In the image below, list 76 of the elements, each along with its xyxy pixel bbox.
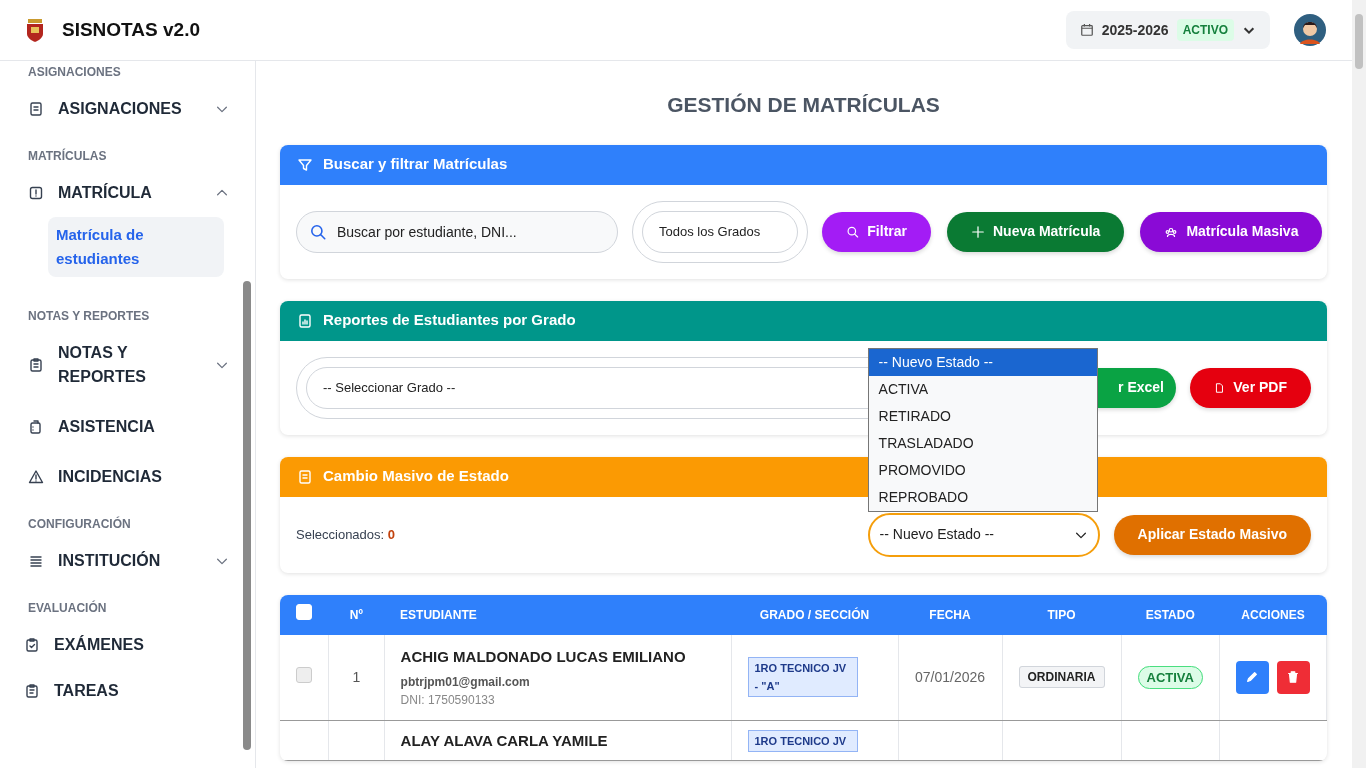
nav-item[interactable]: INSTITUCIÓN [28, 549, 229, 573]
scrollbar-thumb[interactable] [1355, 14, 1363, 69]
nav-item[interactable]: NOTAS Y REPORTES [28, 341, 229, 389]
delete-button[interactable] [1276, 660, 1310, 694]
section-label: MATRÍCULAS [28, 147, 108, 165]
trash-icon [1286, 670, 1301, 685]
student-email: pbtrjpm01@gmail.com [400, 673, 531, 691]
chart-file-icon [297, 312, 313, 329]
row-checkbox[interactable] [296, 666, 312, 683]
nav-item[interactable]: TAREAS [24, 679, 225, 703]
search-field[interactable]: Buscar por estudiante, DNI... [296, 210, 618, 253]
selected-count-text: Seleccionados: 0 [296, 525, 395, 544]
card-title: Cambio Masivo de Estado [323, 466, 509, 487]
crest-logo [24, 17, 46, 43]
column-header: ESTADO [1145, 607, 1195, 622]
clipboard-icon [28, 419, 44, 435]
submenu-item[interactable]: Matrícula de estudiantes [48, 217, 224, 277]
grade-badge: 1RO TECNICO JV [747, 730, 858, 752]
clipboard-list-icon [24, 683, 40, 699]
scrollbar-thumb[interactable] [243, 281, 251, 750]
dropdown-option[interactable]: PROMOVIDO [868, 456, 1097, 484]
student-name: ACHIG MALDONADO LUCAS EMILIANO [400, 647, 687, 667]
app-title: SISNOTAS v2.0 [62, 17, 200, 42]
filter-button[interactable]: Filtrar [822, 211, 931, 252]
dropdown-option[interactable]: REPROBADO [868, 483, 1097, 511]
warning-icon [28, 469, 44, 485]
filter-icon [297, 156, 313, 173]
column-header: FECHA [929, 607, 971, 622]
pencil-icon [1245, 670, 1260, 685]
section-label: CONFIGURACIÓN [28, 515, 132, 533]
card-title: Reportes de Estudiantes por Grado [323, 310, 576, 331]
column-header: GRADO / SECCIÓN [759, 607, 870, 622]
bulk-enrollment-button[interactable]: Matrícula Masiva [1140, 211, 1323, 252]
grade-badge: 1RO TECNICO JV - "A" [747, 657, 858, 698]
nav-item[interactable]: MATRÍCULA [28, 181, 229, 205]
status-badge: ACTIVO [1176, 19, 1234, 41]
dropdown-option[interactable]: TRASLADADO [868, 429, 1097, 457]
dropdown-option[interactable]: -- Nuevo Estado -- [868, 348, 1097, 376]
page-title: GESTIÓN DE MATRÍCULAS [666, 92, 941, 118]
nav-item[interactable]: INCIDENCIAS [28, 465, 229, 489]
document-icon [297, 468, 313, 485]
section-label: NOTAS Y REPORTES [28, 308, 151, 325]
nav-item[interactable]: EXÁMENES [24, 633, 225, 657]
section-label: ASIGNACIONES [28, 64, 122, 81]
year-selector[interactable]: 2025-2026 ACTIVO [1065, 11, 1270, 49]
column-header: ESTUDIANTE [400, 607, 477, 622]
section-label: EVALUACIÓN [28, 599, 108, 617]
file-icon [1214, 380, 1226, 395]
new-enrollment-button[interactable]: Nueva Matrícula [947, 211, 1125, 252]
pdf-button[interactable]: Ver PDF [1190, 367, 1311, 408]
grade-select[interactable]: Todos los Grados [642, 210, 798, 253]
document-icon [28, 101, 44, 117]
status-select[interactable]: -- Nuevo Estado -- [867, 512, 1100, 557]
search-icon [846, 224, 860, 239]
column-header: Nº [349, 607, 363, 622]
avatar[interactable] [1294, 14, 1326, 46]
status-badge: ACTIVA [1137, 665, 1203, 689]
column-header: ACCIONES [1241, 607, 1305, 622]
column-header: TIPO [1047, 607, 1076, 622]
clipboard-icon [28, 357, 44, 373]
alert-icon [28, 185, 44, 201]
plus-icon [971, 224, 985, 239]
nav-item[interactable]: ASIGNACIONES [28, 97, 229, 121]
table-cell: 07/01/2026 [915, 668, 986, 685]
table-cell: 1 [352, 668, 361, 685]
list-icon [28, 553, 44, 569]
edit-button[interactable] [1235, 660, 1269, 694]
search-icon [309, 222, 327, 241]
calendar-icon [1079, 23, 1094, 37]
type-badge: ORDINARIA [1018, 666, 1105, 689]
clipboard-check-icon [24, 637, 40, 653]
select-all-checkbox[interactable] [296, 604, 312, 620]
card-title: Buscar y filtrar Matrículas [323, 154, 508, 175]
student-dni: DNI: 1750590133 [400, 691, 496, 709]
student-name: ALAY ALAVA CARLA YAMILE [400, 731, 609, 751]
nav-item[interactable]: ASISTENCIA [28, 415, 229, 439]
